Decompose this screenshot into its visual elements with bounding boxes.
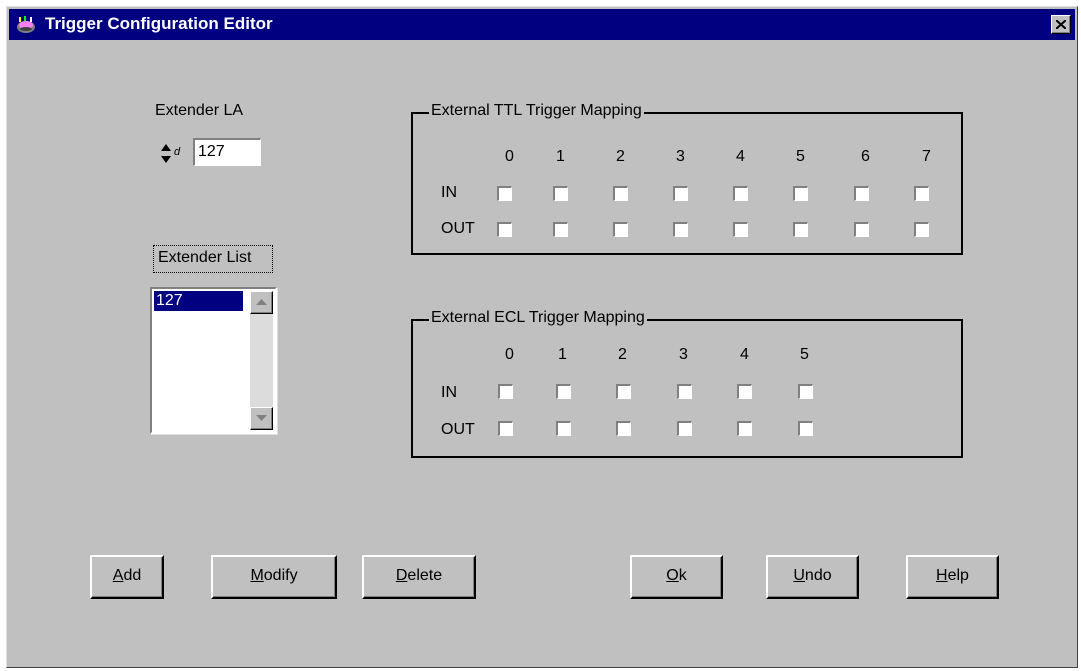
extender-list-label: Extender List xyxy=(153,245,273,273)
ecl-col-1: 1 xyxy=(558,346,567,363)
ecl-in-2-checkbox[interactable] xyxy=(616,384,631,399)
ttl-out-5-checkbox[interactable] xyxy=(793,222,808,237)
delete-button[interactable]: Delete xyxy=(362,555,476,599)
ttl-out-2-checkbox[interactable] xyxy=(613,222,628,237)
trigger-config-window: Trigger Configuration Editor Extender LA… xyxy=(6,6,1078,668)
ttl-in-3-checkbox[interactable] xyxy=(673,186,688,201)
ok-button[interactable]: Ok xyxy=(630,555,723,599)
ttl-out-4-checkbox[interactable] xyxy=(733,222,748,237)
ecl-out-5-checkbox[interactable] xyxy=(798,421,813,436)
window-title: Trigger Configuration Editor xyxy=(45,14,273,33)
ecl-out-0-checkbox[interactable] xyxy=(498,421,513,436)
ttl-col-2: 2 xyxy=(616,148,625,165)
ok-mnemonic: O xyxy=(666,567,679,584)
extender-la-spinner[interactable] xyxy=(160,140,172,167)
ttl-col-1: 1 xyxy=(556,148,565,165)
modify-mnemonic: M xyxy=(250,567,264,584)
list-item[interactable]: 127 xyxy=(154,291,243,311)
ecl-mapping-title: External ECL Trigger Mapping xyxy=(429,309,647,327)
modify-label-rest: odify xyxy=(263,567,298,584)
extender-la-label: Extender LA xyxy=(155,102,244,119)
ttl-in-7-checkbox[interactable] xyxy=(914,186,929,201)
extender-listbox[interactable]: 127 xyxy=(150,287,277,434)
ttl-in-1-checkbox[interactable] xyxy=(553,186,568,201)
ttl-mapping-group: External TTL Trigger Mapping 0 1 2 3 4 5… xyxy=(411,102,963,255)
title-bar[interactable]: Trigger Configuration Editor xyxy=(9,9,1075,40)
app-icon[interactable] xyxy=(15,15,37,35)
ttl-in-5-checkbox[interactable] xyxy=(793,186,808,201)
help-button[interactable]: Help xyxy=(906,555,999,599)
ttl-row-in-label: IN xyxy=(441,184,457,201)
ttl-in-6-checkbox[interactable] xyxy=(854,186,869,201)
ttl-col-4: 4 xyxy=(736,148,745,165)
ecl-col-4: 4 xyxy=(740,346,749,363)
ecl-out-2-checkbox[interactable] xyxy=(616,421,631,436)
delete-label-rest: elete xyxy=(407,567,443,584)
scroll-up-icon xyxy=(256,299,267,305)
add-mnemonic: A xyxy=(112,567,124,584)
ecl-col-2: 2 xyxy=(618,346,627,363)
add-button[interactable]: Add xyxy=(90,555,164,599)
scroll-down-icon xyxy=(256,415,267,421)
ecl-in-5-checkbox[interactable] xyxy=(798,384,813,399)
ecl-in-4-checkbox[interactable] xyxy=(737,384,752,399)
ttl-out-6-checkbox[interactable] xyxy=(854,222,869,237)
ttl-row-out-label: OUT xyxy=(441,220,475,237)
ttl-out-7-checkbox[interactable] xyxy=(914,222,929,237)
undo-mnemonic: U xyxy=(793,567,805,584)
ttl-out-1-checkbox[interactable] xyxy=(553,222,568,237)
ttl-col-6: 6 xyxy=(861,148,870,165)
ecl-out-3-checkbox[interactable] xyxy=(677,421,692,436)
delete-mnemonic: D xyxy=(395,567,408,584)
ecl-in-0-checkbox[interactable] xyxy=(498,384,513,399)
modify-button[interactable]: Modify xyxy=(211,555,337,599)
help-label-rest: elp xyxy=(947,567,969,584)
list-scrollbar[interactable] xyxy=(250,291,273,430)
ecl-out-1-checkbox[interactable] xyxy=(556,421,571,436)
ecl-col-0: 0 xyxy=(505,346,514,363)
ttl-in-2-checkbox[interactable] xyxy=(613,186,628,201)
extender-la-field[interactable]: 127 xyxy=(193,138,261,166)
ecl-col-3: 3 xyxy=(679,346,688,363)
ok-label-rest: k xyxy=(678,567,687,584)
ttl-out-3-checkbox[interactable] xyxy=(673,222,688,237)
radix-marker: d xyxy=(174,146,181,158)
ttl-out-0-checkbox[interactable] xyxy=(497,222,512,237)
help-mnemonic: H xyxy=(936,567,948,584)
ecl-in-1-checkbox[interactable] xyxy=(556,384,571,399)
undo-button[interactable]: Undo xyxy=(766,555,859,599)
spin-down-icon xyxy=(161,156,171,163)
ecl-mapping-group: External ECL Trigger Mapping 0 1 2 3 4 5… xyxy=(411,309,963,458)
close-button[interactable] xyxy=(1051,15,1071,34)
ttl-in-4-checkbox[interactable] xyxy=(733,186,748,201)
close-icon xyxy=(1056,20,1066,29)
ttl-col-5: 5 xyxy=(796,148,805,165)
scroll-up-button[interactable] xyxy=(250,291,273,314)
ttl-col-0: 0 xyxy=(505,148,514,165)
ttl-in-0-checkbox[interactable] xyxy=(497,186,512,201)
undo-label-rest: ndo xyxy=(804,567,832,584)
spin-up-icon xyxy=(161,144,171,151)
add-label-rest: dd xyxy=(123,567,142,584)
ecl-out-4-checkbox[interactable] xyxy=(737,421,752,436)
ecl-col-5: 5 xyxy=(800,346,809,363)
ttl-mapping-title: External TTL Trigger Mapping xyxy=(429,102,644,120)
ecl-row-out-label: OUT xyxy=(441,421,475,438)
ttl-col-3: 3 xyxy=(676,148,685,165)
ttl-col-7: 7 xyxy=(922,148,931,165)
scroll-down-button[interactable] xyxy=(250,407,273,430)
ecl-in-3-checkbox[interactable] xyxy=(677,384,692,399)
ecl-row-in-label: IN xyxy=(441,384,457,401)
